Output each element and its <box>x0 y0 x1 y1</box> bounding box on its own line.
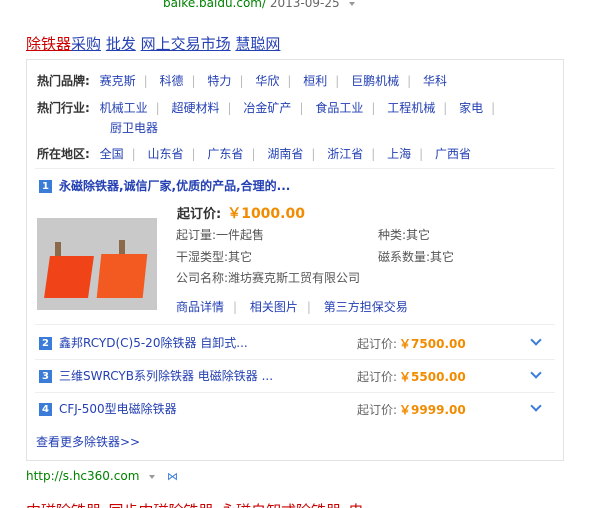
divider <box>35 168 555 169</box>
product-card: 热门品牌: 赛克斯 | 科德 | 特力 | 华欣 | 桓利 | 巨鹏机械 | 华科 热门行业… <box>26 59 564 461</box>
trust-bow-icon[interactable]: ⋈ <box>167 470 178 483</box>
top-result-url: baike.baidu.com/ 2013-09-25 <box>163 0 356 10</box>
chevron-down-icon[interactable] <box>530 367 542 379</box>
brand-link-6[interactable]: 巨鹏机械 <box>351 74 399 88</box>
region-link-6[interactable]: 上海 <box>387 147 411 161</box>
brand-link-7[interactable]: 华科 <box>423 74 447 88</box>
divider <box>35 392 555 393</box>
brand-link-5[interactable]: 桓利 <box>303 74 327 88</box>
bottom-url-text: http://s.hc360.com <box>26 469 140 483</box>
item-title[interactable]: CFJ-500型电磁除铁器 <box>59 402 177 416</box>
industry-link-7[interactable]: 厨卫电器 <box>110 119 158 136</box>
industry-link-5[interactable]: 工程机械 <box>387 101 435 115</box>
price-label: 起订价: <box>357 337 398 351</box>
escrow-trade-link[interactable]: 第三方担保交易 <box>324 300 408 314</box>
dropdown-caret-icon[interactable] <box>349 1 356 6</box>
item-number-badge: 2 <box>39 337 52 350</box>
brand-link-2[interactable]: 科德 <box>160 74 184 88</box>
list-item[interactable]: 3 三维SWRCYB系列除铁器 电磁除铁器 ... 起订价: ￥5500.00 <box>39 367 559 387</box>
price-label: 起订价: <box>357 370 398 384</box>
regions-label: 所在地区: <box>37 147 90 161</box>
price-label: 起订价: <box>177 207 222 222</box>
result-title-link[interactable]: 除铁器采购 批发 网上交易市场 慧聪网 <box>26 33 280 54</box>
title-part-2[interactable]: 批发 <box>106 35 136 53</box>
title-part-3[interactable]: 网上交易市场 <box>141 35 231 53</box>
title-highlight[interactable]: 除铁器 <box>26 35 71 53</box>
divider <box>35 324 555 325</box>
item-1-links: 商品详情 | 相关图片 | 第三方担保交易 <box>176 300 408 314</box>
region-link-4[interactable]: 湖南省 <box>267 147 303 161</box>
next-result-title[interactable]: 内磁除铁器_同步内磁除铁器_永磁自卸式除铁器_电... <box>26 500 378 508</box>
item-title[interactable]: 三维SWRCYB系列除铁器 电磁除铁器 ... <box>59 369 273 383</box>
item-number-badge: 1 <box>39 180 52 193</box>
attr-kind: 种类:其它 <box>378 228 431 242</box>
industry-link-2[interactable]: 超硬材料 <box>172 101 220 115</box>
industry-link-6[interactable]: 家电 <box>459 101 483 115</box>
attr-moq: 起订量:一件起售 <box>176 228 265 242</box>
brand-link-1[interactable]: 赛克斯 <box>100 74 136 88</box>
item-1-title-text[interactable]: 永磁除铁器,诚信厂家,优质的产品,合理的... <box>59 179 290 193</box>
brands-label: 热门品牌: <box>37 74 90 88</box>
product-image[interactable] <box>37 218 157 310</box>
chevron-down-icon[interactable] <box>530 334 542 346</box>
price-label: 起订价: <box>357 403 398 417</box>
item-title[interactable]: 鑫邦RCYD(C)5-20除铁器 自卸式... <box>59 336 248 350</box>
title-part-1[interactable]: 采购 <box>71 35 101 53</box>
region-link-2[interactable]: 山东省 <box>148 147 184 161</box>
price-value: ￥5500.00 <box>399 370 466 384</box>
list-item[interactable]: 4 CFJ-500型电磁除铁器 起订价: ￥9999.00 <box>39 400 559 420</box>
top-url-date: 2013-09-25 <box>269 0 340 10</box>
item-number-badge: 4 <box>39 403 52 416</box>
industry-link-1[interactable]: 机械工业 <box>100 101 148 115</box>
filter-row-regions: 所在地区: 全国 | 山东省 | 广东省 | 湖南省 | 浙江省 | 上海 | 广西省 <box>37 147 471 161</box>
related-images-link[interactable]: 相关图片 <box>250 300 298 314</box>
price-value: ￥1000.00 <box>227 206 305 222</box>
list-item[interactable]: 2 鑫邦RCYD(C)5-20除铁器 自卸式... 起订价: ￥7500.00 <box>39 334 559 354</box>
title-part-4[interactable]: 慧聪网 <box>235 35 280 53</box>
attr-magnets: 磁系数量:其它 <box>378 250 455 264</box>
divider <box>35 359 555 360</box>
price-value: ￥9999.00 <box>399 403 466 417</box>
industries-label: 热门行业: <box>37 101 90 115</box>
item-number-badge: 3 <box>39 370 52 383</box>
region-link-3[interactable]: 广东省 <box>207 147 243 161</box>
price-value: ￥7500.00 <box>399 337 466 351</box>
attr-wetdry: 干湿类型:其它 <box>176 250 253 264</box>
top-url-domain: baike.baidu.com/ <box>163 0 267 10</box>
industry-link-4[interactable]: 食品工业 <box>315 101 363 115</box>
region-link-1[interactable]: 全国 <box>100 147 124 161</box>
chevron-down-icon[interactable] <box>530 400 542 412</box>
dropdown-caret-icon[interactable] <box>149 474 156 479</box>
industry-link-3[interactable]: 冶金矿产 <box>243 101 291 115</box>
brand-link-4[interactable]: 华欣 <box>255 74 279 88</box>
item-1-title[interactable]: 1 永磁除铁器,诚信厂家,优质的产品,合理的... <box>39 177 290 194</box>
attr-company: 公司名称:潍坊赛克斯工贸有限公司 <box>176 271 361 285</box>
filter-row-brands: 热门品牌: 赛克斯 | 科德 | 特力 | 华欣 | 桓利 | 巨鹏机械 | 华科 <box>37 74 447 88</box>
bottom-result-url: http://s.hc360.com ⋈ <box>26 469 178 483</box>
product-detail-link[interactable]: 商品详情 <box>176 300 224 314</box>
filter-row-industries: 热门行业: 机械工业 | 超硬材料 | 冶金矿产 | 食品工业 | 工程机械 | 家电 | <box>37 101 496 115</box>
region-link-5[interactable]: 浙江省 <box>327 147 363 161</box>
region-link-7[interactable]: 广西省 <box>435 147 471 161</box>
brand-link-3[interactable]: 特力 <box>207 74 231 88</box>
view-more-link[interactable]: 查看更多除铁器>> <box>36 433 140 450</box>
item-1-price: 起订价: ￥1000.00 <box>177 203 305 223</box>
